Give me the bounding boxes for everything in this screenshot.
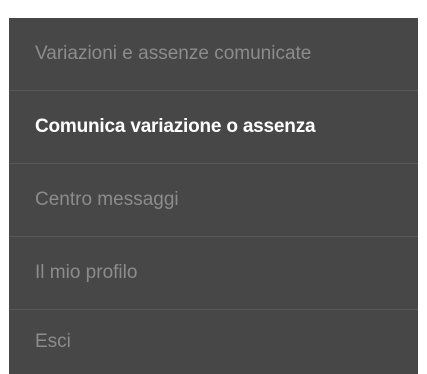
menu-item-variazioni-assenze-comunicate[interactable]: Variazioni e assenze comunicate [9,18,418,91]
menu-item-centro-messaggi[interactable]: Centro messaggi [9,164,418,237]
menu-item-esci[interactable]: Esci [9,310,418,374]
dropdown-menu: Variazioni e assenze comunicate Comunica… [9,18,418,374]
menu-item-label: Esci [35,331,71,352]
menu-item-comunica-variazione-assenza[interactable]: Comunica variazione o assenza [9,91,418,164]
menu-item-label: Variazioni e assenze comunicate [35,43,312,64]
menu-item-label: Il mio profilo [35,262,138,283]
menu-item-label: Centro messaggi [35,189,179,210]
menu-item-label: Comunica variazione o assenza [35,116,316,137]
menu-item-il-mio-profilo[interactable]: Il mio profilo [9,237,418,310]
